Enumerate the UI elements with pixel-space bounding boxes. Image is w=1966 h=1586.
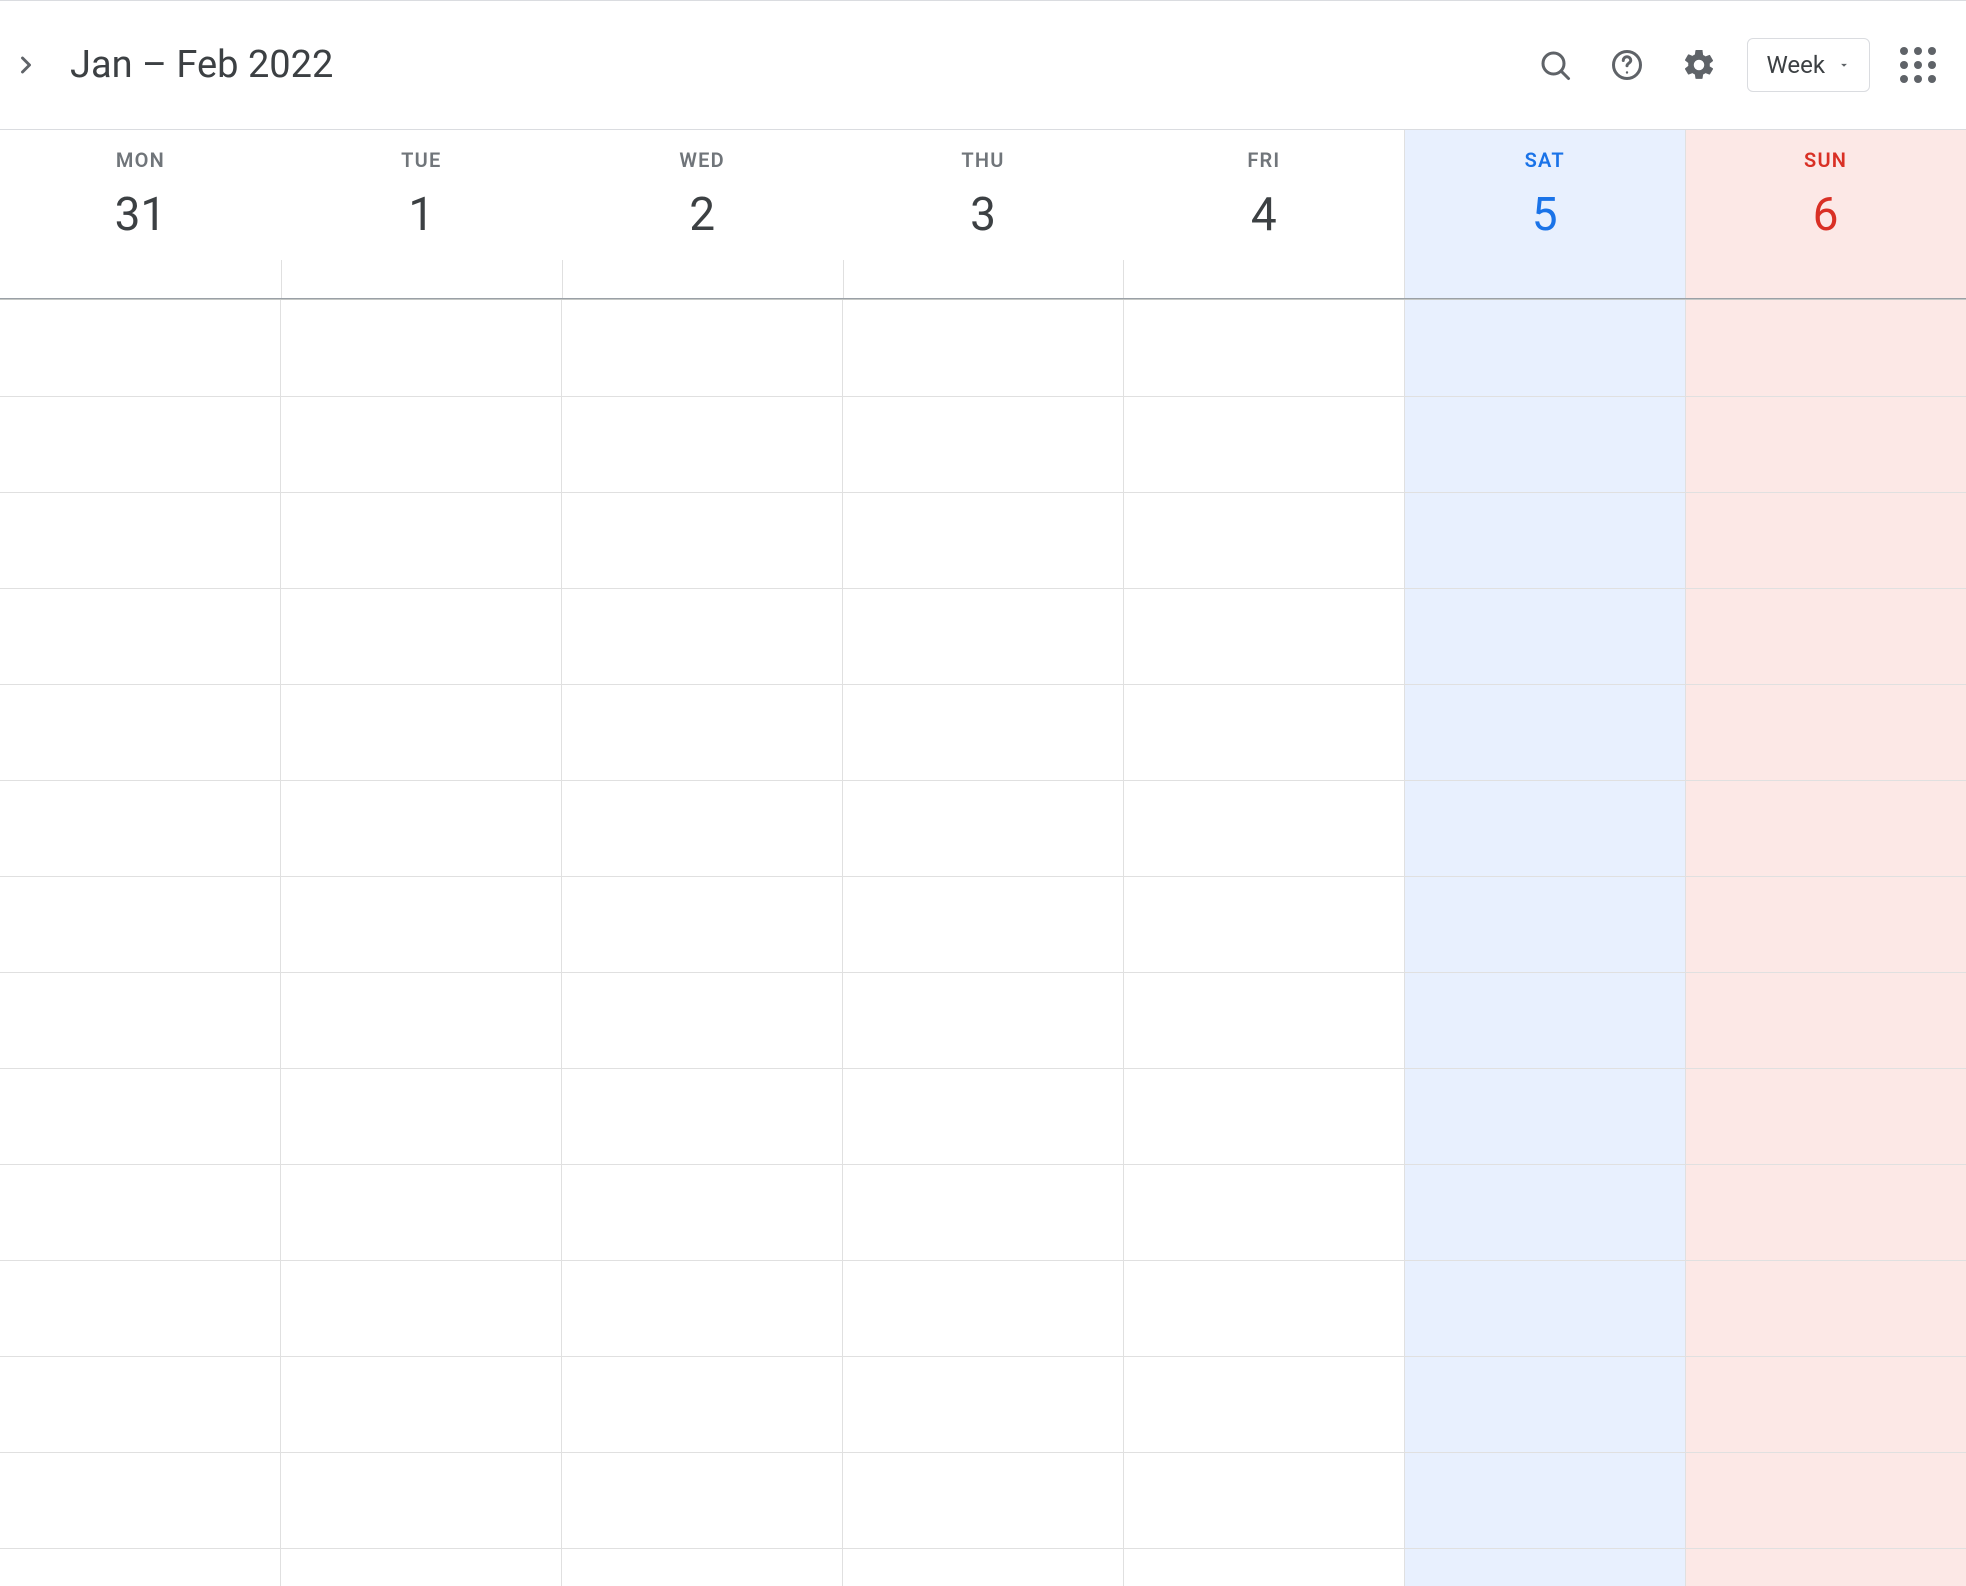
day-header-thu: THU 3 (843, 130, 1124, 298)
google-apps-button[interactable] (1894, 41, 1942, 89)
view-selector[interactable]: Week (1747, 38, 1870, 92)
day-header-fri: FRI 4 (1123, 130, 1404, 298)
day-label: MON (116, 148, 165, 172)
hour-divider (0, 588, 1966, 589)
week-grid[interactable] (0, 300, 1966, 1586)
day-number[interactable]: 2 (667, 180, 737, 250)
view-selector-label: Week (1766, 51, 1825, 79)
day-header-sun: SUN 6 (1685, 130, 1966, 298)
hour-divider (0, 780, 1966, 781)
day-number[interactable]: 4 (1229, 180, 1299, 250)
next-arrow-button[interactable] (6, 45, 46, 85)
hour-divider (0, 876, 1966, 877)
settings-button[interactable] (1675, 41, 1723, 89)
hour-divider (0, 1452, 1966, 1453)
day-number[interactable]: 5 (1510, 180, 1580, 250)
calendar-header: Jan – Feb 2022 Week (0, 0, 1966, 130)
day-number[interactable]: 1 (386, 180, 456, 250)
search-button[interactable] (1531, 41, 1579, 89)
caret-down-icon (1837, 58, 1851, 72)
hour-divider (0, 1260, 1966, 1261)
date-range-title: Jan – Feb 2022 (70, 43, 333, 87)
header-left: Jan – Feb 2022 (0, 43, 333, 87)
chevron-right-icon (12, 51, 40, 79)
day-headers-row: MON 31 TUE 1 WED 2 THU 3 FRI 4 SAT 5 SUN 6 (0, 130, 1966, 300)
day-label: THU (961, 148, 1004, 172)
day-number[interactable]: 3 (948, 180, 1018, 250)
help-button[interactable] (1603, 41, 1651, 89)
day-label: FRI (1247, 148, 1280, 172)
search-icon (1537, 47, 1573, 83)
help-icon (1609, 47, 1645, 83)
hour-divider (0, 1356, 1966, 1357)
hour-divider (0, 1548, 1966, 1549)
hour-divider (0, 972, 1966, 973)
day-header-wed: WED 2 (562, 130, 843, 298)
hour-divider (0, 492, 1966, 493)
day-header-sat: SAT 5 (1404, 130, 1685, 298)
day-label: SUN (1804, 148, 1847, 172)
day-header-mon: MON 31 (0, 130, 281, 298)
hour-divider (0, 1164, 1966, 1165)
day-number[interactable]: 6 (1791, 180, 1861, 250)
day-label: WED (679, 148, 724, 172)
day-header-tue: TUE 1 (281, 130, 562, 298)
hour-divider (0, 396, 1966, 397)
hour-divider (0, 1068, 1966, 1069)
hour-divider (0, 684, 1966, 685)
day-label: SAT (1525, 148, 1565, 172)
gear-icon (1681, 47, 1717, 83)
apps-grid-icon (1900, 47, 1936, 83)
day-label: TUE (401, 148, 441, 172)
header-right: Week (1531, 38, 1942, 92)
day-number[interactable]: 31 (105, 180, 175, 250)
